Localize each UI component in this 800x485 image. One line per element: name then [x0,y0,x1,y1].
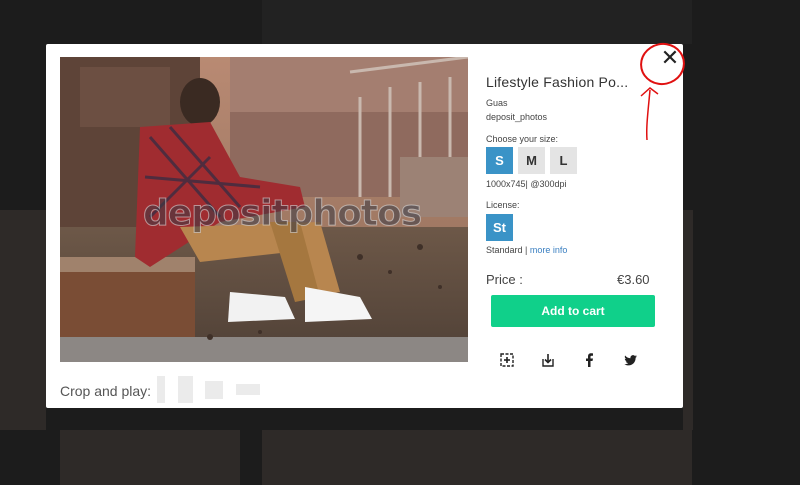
size-button-m[interactable]: M [518,147,545,174]
photo-title: Lifestyle Fashion Po... [486,74,629,90]
download-icon[interactable] [540,352,556,368]
site-name: deposit_photos [486,112,548,122]
size-button-l[interactable]: L [550,147,577,174]
license-separator: | [522,245,530,255]
twitter-icon[interactable] [622,352,638,368]
crop-option-portrait-narrow[interactable] [157,376,165,403]
background-tile [0,210,46,430]
crop-option-portrait[interactable] [178,376,193,403]
choose-size-label: Choose your size: [486,134,559,144]
facebook-icon[interactable] [581,352,597,368]
background-tile [262,0,692,44]
watermark-text: depositphotos [142,193,422,235]
background-tile [262,430,692,485]
license-type: Standard [486,245,523,255]
crop-option-square[interactable] [205,381,223,399]
price-label: Price : [486,272,523,287]
crop-and-play-label: Crop and play: [60,383,152,399]
author-name[interactable]: Guas [486,98,508,108]
license-button-standard[interactable]: St [486,214,513,241]
dimensions-text: 1000x745| @300dpi [486,179,567,189]
background-tile [60,430,240,485]
more-info-link[interactable]: more info [530,245,568,255]
crop-option-landscape[interactable] [236,384,260,395]
background-tile [683,210,693,430]
license-label: License: [486,200,520,210]
add-to-lightbox-icon[interactable] [499,352,515,368]
license-info: Standard | more info [486,245,567,255]
annotation-arrow [640,87,659,141]
size-button-s[interactable]: S [486,147,513,174]
price-value: €3.60 [617,272,650,287]
add-to-cart-button[interactable]: Add to cart [491,295,655,327]
